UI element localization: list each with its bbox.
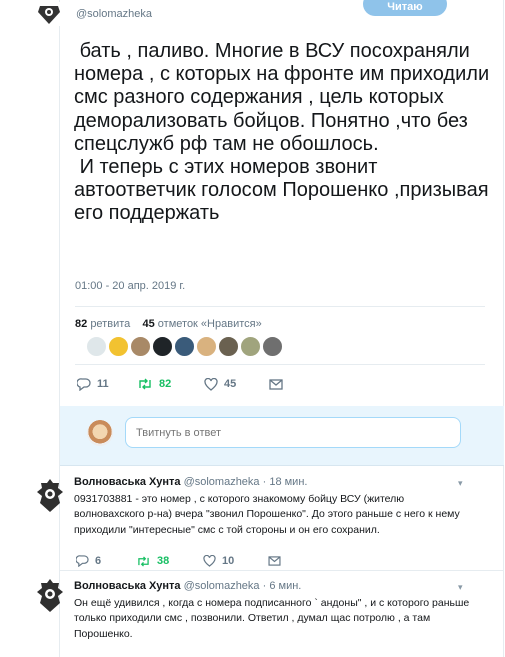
heart-icon (204, 377, 218, 391)
liker-avatar[interactable] (108, 336, 129, 357)
reply-count: 11 (97, 378, 109, 390)
reply-count: 6 (95, 555, 102, 567)
retweet-icon (138, 555, 149, 567)
liker-avatar[interactable] (130, 336, 151, 357)
liker-avatar[interactable] (152, 336, 173, 357)
reply-input[interactable] (125, 417, 461, 448)
reply-text: 0931703881 - это номер , с которого знак… (74, 493, 460, 536)
following-button[interactable]: Читаю (363, 0, 447, 16)
reply-author-handle[interactable]: @solomazheka (184, 580, 260, 592)
reply-time[interactable]: · 6 мин. (263, 580, 302, 592)
reply-author-handle[interactable]: @solomazheka (184, 476, 260, 488)
divider (75, 306, 485, 307)
reply-time[interactable]: · 18 мин. (263, 476, 308, 488)
dm-action[interactable] (268, 551, 281, 571)
likes-count[interactable]: 45 (142, 318, 154, 330)
tweet-timestamp[interactable]: 01:00 - 20 апр. 2019 г. (75, 280, 185, 292)
retweet-count: 38 (157, 555, 170, 567)
user-avatar[interactable] (87, 420, 113, 446)
like-count: 10 (222, 555, 235, 567)
liker-avatar[interactable] (86, 336, 107, 357)
chevron-down-icon[interactable]: ▾ (458, 478, 463, 489)
retweet-action[interactable]: 38 (136, 551, 169, 571)
retweets-label[interactable]: ретвита (90, 318, 130, 330)
reply-text: Он ещё удивился , когда с номера подписа… (74, 597, 470, 640)
like-action[interactable]: 45 (204, 374, 236, 394)
retweet-icon (139, 378, 151, 390)
tweet-stats: 82 ретвита 45 отметок «Нравится» (75, 318, 262, 330)
liker-avatar[interactable] (240, 336, 261, 357)
divider (60, 570, 504, 571)
mail-icon (269, 378, 283, 390)
likes-label[interactable]: отметок «Нравится» (158, 318, 262, 330)
divider (75, 364, 485, 365)
mail-icon (268, 556, 281, 566)
liker-avatar[interactable] (218, 336, 239, 357)
liker-avatar[interactable] (174, 336, 195, 357)
reply-action[interactable]: 11 (77, 374, 109, 394)
avatar-emblem[interactable] (36, 478, 64, 514)
like-action[interactable]: 10 (203, 551, 234, 571)
tweet-text: бать , паливо. Многие в ВСУ посохраняли … (74, 40, 490, 225)
author-handle[interactable]: @solomazheka (76, 8, 152, 20)
reply-action[interactable]: 6 (76, 551, 101, 571)
avatar-emblem[interactable] (36, 578, 64, 614)
reply-header: Волноваська Хунта @solomazheka · 6 мин. (74, 580, 301, 592)
reply-header: Волноваська Хунта @solomazheka · 18 мин. (74, 476, 307, 488)
chevron-down-icon[interactable]: ▾ (458, 582, 463, 593)
like-count: 45 (224, 378, 237, 390)
heart-icon (203, 555, 216, 567)
avatar-emblem[interactable] (34, 2, 64, 26)
reply-icon (76, 555, 89, 567)
dm-action[interactable] (269, 374, 283, 394)
retweets-count[interactable]: 82 (75, 318, 87, 330)
retweet-action[interactable]: 82 (137, 374, 171, 394)
liker-avatar[interactable] (262, 336, 283, 357)
retweet-count: 82 (159, 378, 172, 390)
liker-avatar[interactable] (196, 336, 217, 357)
reply-author-name[interactable]: Волноваська Хунта (74, 476, 181, 488)
reply-author-name[interactable]: Волноваська Хунта (74, 580, 181, 592)
reply-icon (77, 377, 91, 391)
